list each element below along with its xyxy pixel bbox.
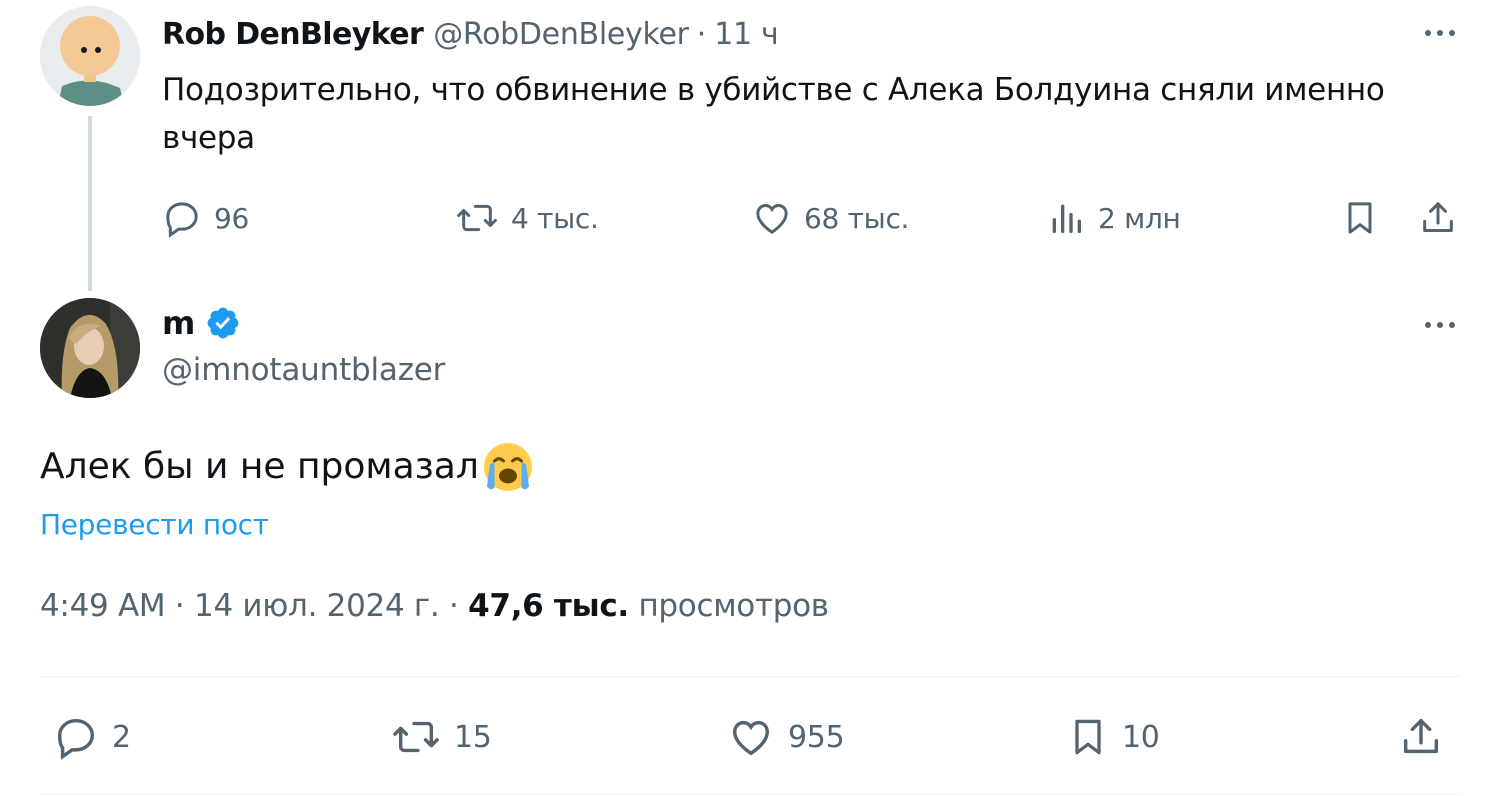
repost-icon [393, 721, 439, 753]
views-button[interactable]: 2 млн [1046, 198, 1181, 238]
reply-icon [166, 202, 198, 238]
post-date[interactable]: 14 июл. 2024 г. [194, 588, 440, 624]
share-icon [1403, 718, 1439, 754]
post-text-row: Алек бы и не промазал [40, 440, 535, 494]
repost-button[interactable]: 4 тыс. [455, 198, 599, 238]
cyanide-character-avatar-icon [40, 6, 140, 106]
like-count: 955 [788, 719, 845, 755]
avatar[interactable] [40, 6, 140, 106]
reply-icon [57, 718, 95, 760]
reply-author-name-row: m [162, 304, 241, 342]
more-icon [1425, 322, 1455, 328]
reply-count: 96 [214, 201, 250, 235]
views-count: 2 млн [1098, 201, 1181, 235]
like-button[interactable]: 955 [726, 714, 845, 760]
repost-count: 4 тыс. [511, 201, 599, 235]
reply-button[interactable]: 2 [52, 714, 131, 760]
more-options-button[interactable] [1420, 310, 1460, 340]
more-icon [1425, 30, 1455, 36]
parent-header: Rob DenBleyker @RobDenBleyker · 11 ч [162, 14, 779, 54]
heart-icon [756, 203, 788, 234]
post-meta: 4:49 AM · 14 июл. 2024 г. · 47,6 тыс. пр… [40, 588, 829, 624]
thread-line [88, 116, 92, 291]
separator-dot: · [449, 588, 459, 624]
bookmark-count: 10 [1122, 719, 1160, 755]
views-count: 47,6 тыс. [468, 588, 629, 624]
loudly-crying-face-icon [483, 443, 532, 491]
bookmark-button[interactable] [1340, 198, 1380, 238]
repost-icon [457, 204, 497, 232]
post-time[interactable]: 4:49 AM [40, 588, 166, 624]
author-name[interactable]: Rob DenBleyker [162, 17, 424, 52]
analytics-icon [1052, 204, 1081, 233]
bookmark-icon [1075, 719, 1101, 755]
divider [40, 676, 1460, 677]
repost-count: 15 [454, 719, 492, 755]
verified-badge-icon[interactable] [205, 305, 241, 341]
separator-dot: · [174, 588, 185, 624]
bookmark-button[interactable]: 10 [1066, 714, 1160, 760]
translate-post-link[interactable]: Перевести пост [40, 508, 269, 541]
bookmark-icon [1348, 202, 1372, 234]
author-handle[interactable]: @imnotauntblazer [162, 352, 445, 388]
repost-button[interactable]: 15 [390, 714, 492, 760]
views-label: просмотров [638, 588, 829, 624]
avatar[interactable] [40, 298, 140, 398]
post-text: Алек бы и не промазал [40, 446, 479, 487]
author-handle[interactable]: @RobDenBleyker [433, 17, 689, 52]
share-icon [1423, 202, 1453, 232]
share-button[interactable] [1398, 714, 1444, 760]
author-name[interactable]: m [162, 304, 195, 342]
reply-count: 2 [112, 719, 131, 755]
reply-button[interactable]: 96 [162, 198, 249, 238]
post-time[interactable]: 11 ч [714, 17, 779, 52]
more-options-button[interactable] [1420, 18, 1460, 48]
user-photo-avatar-icon [40, 298, 140, 398]
post-text: Подозрительно, что обвинение в убийстве … [162, 72, 1385, 156]
divider [40, 794, 1460, 795]
heart-icon [732, 720, 770, 756]
share-button[interactable] [1418, 198, 1458, 238]
separator-dot: · [696, 16, 707, 52]
like-button[interactable]: 68 тыс. [752, 198, 909, 238]
like-count: 68 тыс. [804, 201, 910, 235]
